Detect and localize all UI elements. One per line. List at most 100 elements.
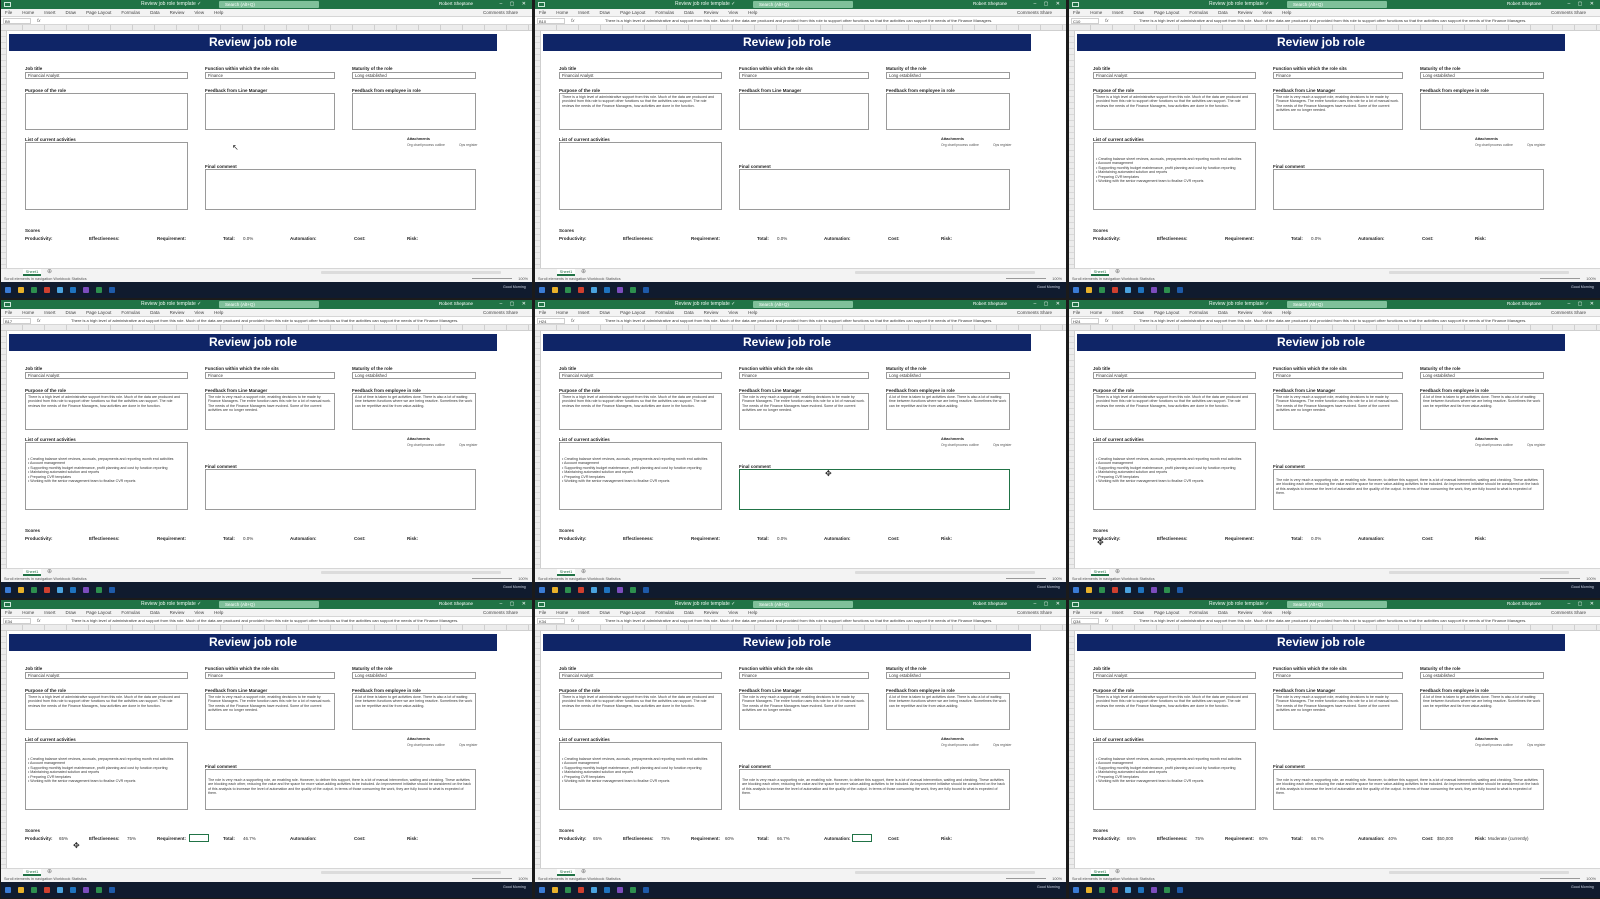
attachment-orgchart[interactable]: Org chart/process outline [941,743,979,747]
name-box[interactable]: H24 [537,318,565,324]
requirement-value[interactable]: 60% [725,836,734,841]
user-name[interactable]: Robert Sheptone [1507,601,1541,606]
zoom-slider[interactable] [1540,878,1580,879]
taskbar-app-icon[interactable] [565,287,571,293]
function-field[interactable]: Finance [205,372,335,379]
name-box[interactable]: H24 [1071,318,1099,324]
fx-icon[interactable]: fx [1105,618,1109,623]
ribbon-tab[interactable]: Home [22,10,34,15]
ribbon-tab[interactable]: Draw [1134,310,1145,315]
job-title-field[interactable]: Financial Analyst [559,372,722,379]
taskbar-app-icon[interactable] [18,287,24,293]
search-box[interactable]: Search (Alt+Q) [753,1,853,8]
ribbon-tab[interactable]: Formulas [655,10,674,15]
ribbon-tab[interactable]: Insert [1112,310,1123,315]
taskbar-app-icon[interactable] [1086,887,1092,893]
final-comment-field[interactable] [739,469,1010,510]
taskbar-app-icon[interactable] [1086,587,1092,593]
ribbon-tab[interactable]: Page Layout [1154,10,1179,15]
attachment-orgchart[interactable]: Org chart/process outline [1475,743,1513,747]
activities-field[interactable]: • Creating balance sheet reviews, accrua… [1093,742,1256,810]
sheet-tab[interactable]: Sheet1 [23,869,41,876]
taskbar-app-icon[interactable] [96,287,102,293]
taskbar-app-icon[interactable] [5,887,11,893]
ribbon-tab[interactable]: Help [748,310,757,315]
maturity-field[interactable]: Long established [1420,372,1544,379]
taskbar-app-icon[interactable] [1125,587,1131,593]
fx-icon[interactable]: fx [37,18,41,23]
ribbon-tab[interactable]: View [1262,310,1272,315]
activities-field[interactable]: • Creating balance sheet reviews, accrua… [559,742,722,810]
taskbar-app-icon[interactable] [44,287,50,293]
zoom-slider[interactable] [1006,278,1046,279]
feedback-employee-field[interactable]: A lot of time is taken to get activities… [352,393,476,430]
user-name[interactable]: Robert Sheptone [1507,1,1541,6]
ribbon-tab[interactable]: View [194,310,204,315]
attachment-ops-register[interactable]: Ops register [459,743,477,747]
ribbon-tab[interactable]: View [728,610,738,615]
comments-share[interactable]: Comments Share [483,610,518,615]
search-box[interactable]: Search (Alt+Q) [219,301,319,308]
function-field[interactable]: Finance [205,72,335,79]
taskbar-app-icon[interactable] [57,587,63,593]
attachment-orgchart[interactable]: Org chart/process outline [1475,143,1513,147]
taskbar-app-icon[interactable] [18,887,24,893]
final-comment-field[interactable]: The role is very much a supporting role,… [1273,469,1544,510]
attachment-ops-register[interactable]: Ops register [459,143,477,147]
window-controls-icon[interactable]: – ▢ ✕ [1034,601,1063,607]
taskbar-app-icon[interactable] [1151,287,1157,293]
taskbar-app-icon[interactable] [539,587,545,593]
ribbon-tab[interactable]: Draw [600,610,611,615]
add-sheet-icon[interactable]: ⊕ [47,269,52,276]
ribbon-tab[interactable]: Page Layout [620,10,645,15]
add-sheet-icon[interactable]: ⊕ [1115,869,1120,876]
attachment-ops-register[interactable]: Ops register [993,443,1011,447]
function-field[interactable]: Finance [739,72,869,79]
search-box[interactable]: Search (Alt+Q) [219,1,319,8]
taskbar-app-icon[interactable] [31,587,37,593]
autosave-icon[interactable] [4,602,11,607]
horizontal-scrollbar[interactable] [321,871,501,874]
taskbar-app-icon[interactable] [1138,587,1144,593]
ribbon-tab[interactable]: Draw [66,610,77,615]
active-cell[interactable] [189,834,209,842]
taskbar-app-icon[interactable] [643,287,649,293]
ribbon-tab[interactable]: File [5,610,12,615]
taskbar-app-icon[interactable] [1125,287,1131,293]
horizontal-scrollbar[interactable] [1389,271,1569,274]
maturity-field[interactable]: Long established [352,672,476,679]
comments-share[interactable]: Comments Share [483,310,518,315]
productivity-value[interactable]: 65% [593,836,602,841]
fx-icon[interactable]: fx [1105,318,1109,323]
taskbar-app-icon[interactable] [1151,887,1157,893]
activities-field[interactable]: • Creating balance sheet reviews, accrua… [1093,442,1256,510]
user-name[interactable]: Robert Sheptone [1507,301,1541,306]
zoom-slider[interactable] [472,578,512,579]
window-controls-icon[interactable]: – ▢ ✕ [1034,301,1063,307]
taskbar-app-icon[interactable] [617,287,623,293]
autosave-icon[interactable] [538,302,545,307]
ribbon-tab[interactable]: Formulas [121,310,140,315]
purpose-field[interactable]: There is a high level of administrative … [559,393,722,430]
ribbon-tab[interactable]: Review [1238,10,1253,15]
search-box[interactable]: Search (Alt+Q) [1287,301,1387,308]
ribbon-tab[interactable]: Review [1238,610,1253,615]
attachment-ops-register[interactable]: Ops register [993,743,1011,747]
comments-share[interactable]: Comments Share [1017,610,1052,615]
feedback-manager-field[interactable]: The role is very much a support role, en… [205,693,335,730]
feedback-manager-field[interactable]: The role is very much a support role, en… [1273,93,1403,130]
ribbon-tab[interactable]: Help [748,610,757,615]
attachment-ops-register[interactable]: Ops register [1527,143,1545,147]
horizontal-scrollbar[interactable] [321,571,501,574]
feedback-manager-field[interactable]: The role is very much a support role, en… [1273,393,1403,430]
job-title-field[interactable]: Financial Analyst [25,672,188,679]
taskbar-app-icon[interactable] [604,287,610,293]
productivity-value[interactable]: 65% [1127,836,1136,841]
ribbon-tab[interactable]: Help [1282,610,1291,615]
ribbon-tab[interactable]: Data [150,10,160,15]
comments-share[interactable]: Comments Share [483,10,518,15]
ribbon-tab[interactable]: Help [214,10,223,15]
ribbon-tab[interactable]: Help [748,10,757,15]
ribbon-tab[interactable]: Home [22,310,34,315]
activities-field[interactable] [559,142,722,210]
